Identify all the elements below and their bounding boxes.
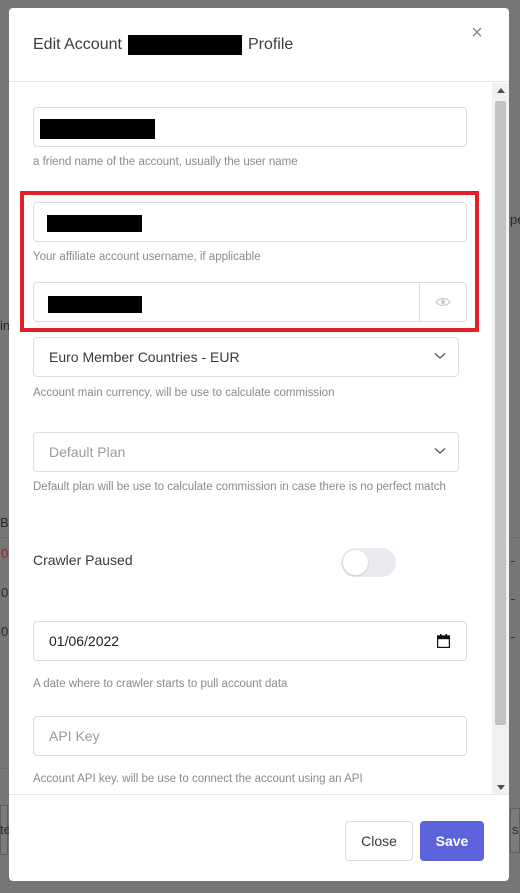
currency-select-value: Euro Member Countries - EUR [49,349,240,365]
scroll-up-icon[interactable] [492,83,509,97]
modal-scrollbar[interactable] [492,83,509,794]
friend-name-input[interactable] [33,107,467,147]
background-divider [509,537,520,538]
plan-select-placeholder: Default Plan [49,444,126,460]
crawler-paused-toggle[interactable] [341,548,396,577]
close-icon[interactable]: × [467,23,487,43]
crawler-paused-label: Crawler Paused [33,552,133,568]
currency-select[interactable]: Euro Member Countries - EUR [33,337,459,377]
plan-help: Default plan will be use to calculate co… [33,481,446,493]
background-link [511,548,520,563]
api-key-help: Account API key. will be use to connect … [33,773,363,785]
save-button[interactable]: Save [420,821,484,861]
api-key-placeholder: API Key [49,728,100,744]
chevron-down-icon [434,353,446,359]
start-date-help: A date where to crawler starts to pull a… [33,678,288,690]
friend-name-help: a friend name of the account, usually th… [33,156,298,168]
modal-title: Edit Account Profile [33,35,293,55]
modal-header: Edit Account Profile × [9,8,509,82]
api-key-input[interactable]: API Key [33,716,467,756]
close-button[interactable]: Close [345,821,413,861]
background-text: 0 [1,624,9,639]
calendar-icon[interactable] [437,634,450,648]
background-link [511,624,520,639]
edit-account-modal: Edit Account Profile × a friend name of … [9,8,509,881]
background-divider [0,537,9,538]
scroll-down-icon[interactable] [492,780,509,794]
background-text: 0 [1,585,9,600]
toggle-knob [343,550,368,575]
modal-title-suffix: Profile [247,36,294,53]
redacted-value [40,119,155,139]
currency-help: Account main currency, will be use to ca… [33,387,335,399]
background-divider [0,768,9,769]
background-text: 0 [1,546,9,561]
background-link [511,586,520,601]
modal-footer: Close Save [9,794,509,881]
start-date-value: 01/06/2022 [49,633,120,649]
modal-body: a friend name of the account, usually th… [9,83,509,794]
start-date-input[interactable]: 01/06/2022 [33,621,467,661]
background-text: s [512,822,519,837]
modal-title-prefix: Edit Account [33,36,122,53]
background-text: pe [510,212,520,227]
chevron-down-icon [434,448,446,454]
scrollbar-thumb[interactable] [495,101,506,725]
plan-select[interactable]: Default Plan [33,432,459,472]
highlight-annotation [20,191,479,332]
redacted-account-name [127,35,242,55]
